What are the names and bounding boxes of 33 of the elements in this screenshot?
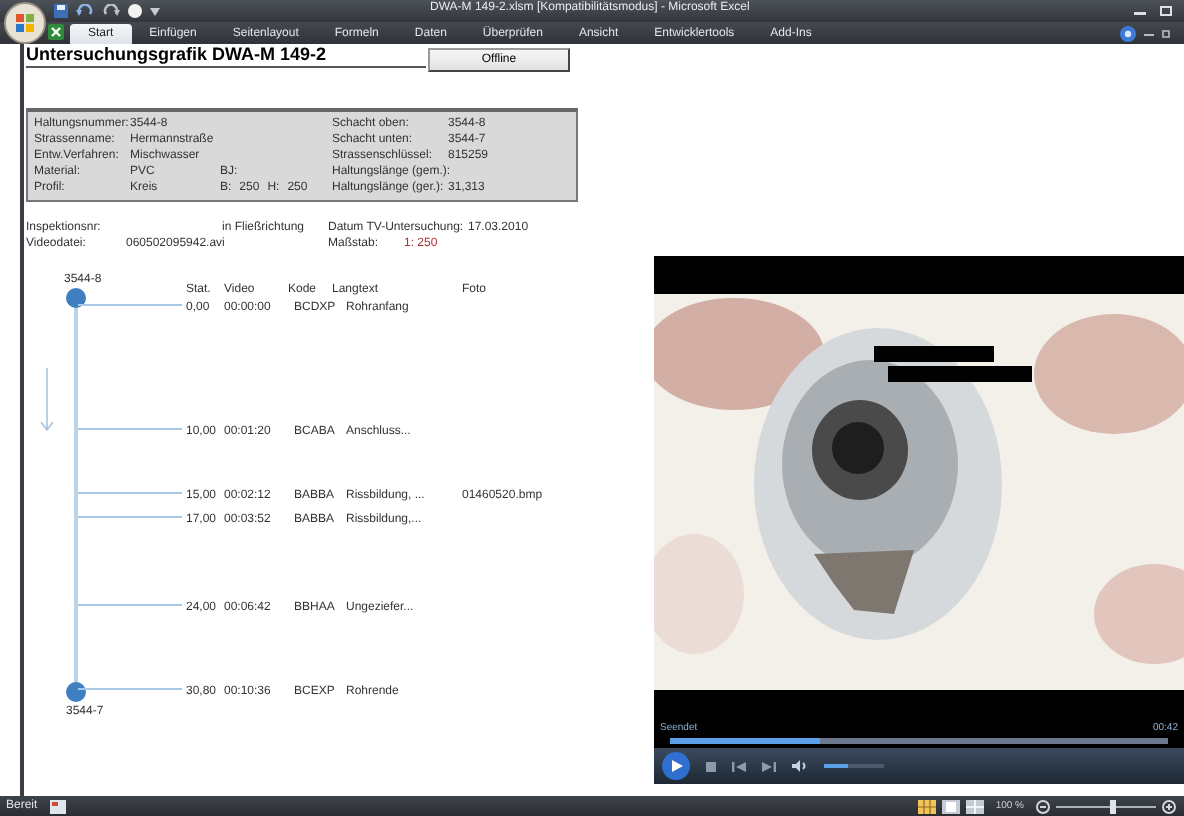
circle-icon[interactable] bbox=[128, 4, 142, 18]
previous-icon[interactable] bbox=[732, 761, 746, 771]
macro-icon[interactable] bbox=[49, 799, 66, 813]
station-line bbox=[78, 688, 182, 690]
dropdown-icon[interactable] bbox=[150, 7, 160, 15]
station-line bbox=[78, 491, 182, 493]
page-layout-icon[interactable] bbox=[941, 799, 960, 813]
stop-icon[interactable] bbox=[706, 761, 716, 771]
maximize-icon[interactable] bbox=[1160, 6, 1172, 16]
station-line bbox=[78, 603, 182, 606]
station-line bbox=[78, 515, 182, 518]
zoom-slider-thumb[interactable] bbox=[1109, 799, 1115, 813]
zoom-in-icon[interactable] bbox=[1162, 799, 1176, 813]
zoom-out-icon[interactable] bbox=[1036, 799, 1050, 813]
flow-arrow-icon bbox=[40, 368, 54, 432]
office-button[interactable] bbox=[4, 2, 46, 44]
speaker-icon[interactable] bbox=[792, 760, 808, 772]
normal-view-icon[interactable] bbox=[917, 799, 936, 813]
sheet-heading: Untersuchungsgrafik DWA-M 149-2 bbox=[26, 44, 426, 68]
restore-icon[interactable] bbox=[1162, 28, 1172, 38]
play-button[interactable] bbox=[662, 752, 690, 780]
minimize-icon[interactable] bbox=[1144, 28, 1154, 38]
redo-icon[interactable] bbox=[102, 4, 120, 18]
manhole-node bbox=[66, 682, 86, 702]
help-icon[interactable] bbox=[1120, 25, 1136, 41]
save-icon[interactable] bbox=[54, 4, 68, 18]
station-line bbox=[78, 428, 182, 431]
spreadsheet-icon[interactable] bbox=[48, 24, 64, 40]
undo-icon[interactable] bbox=[76, 4, 94, 18]
station-line bbox=[78, 304, 182, 306]
manhole-node bbox=[66, 288, 86, 308]
page-break-icon[interactable] bbox=[965, 799, 984, 813]
next-icon[interactable] bbox=[762, 761, 776, 771]
